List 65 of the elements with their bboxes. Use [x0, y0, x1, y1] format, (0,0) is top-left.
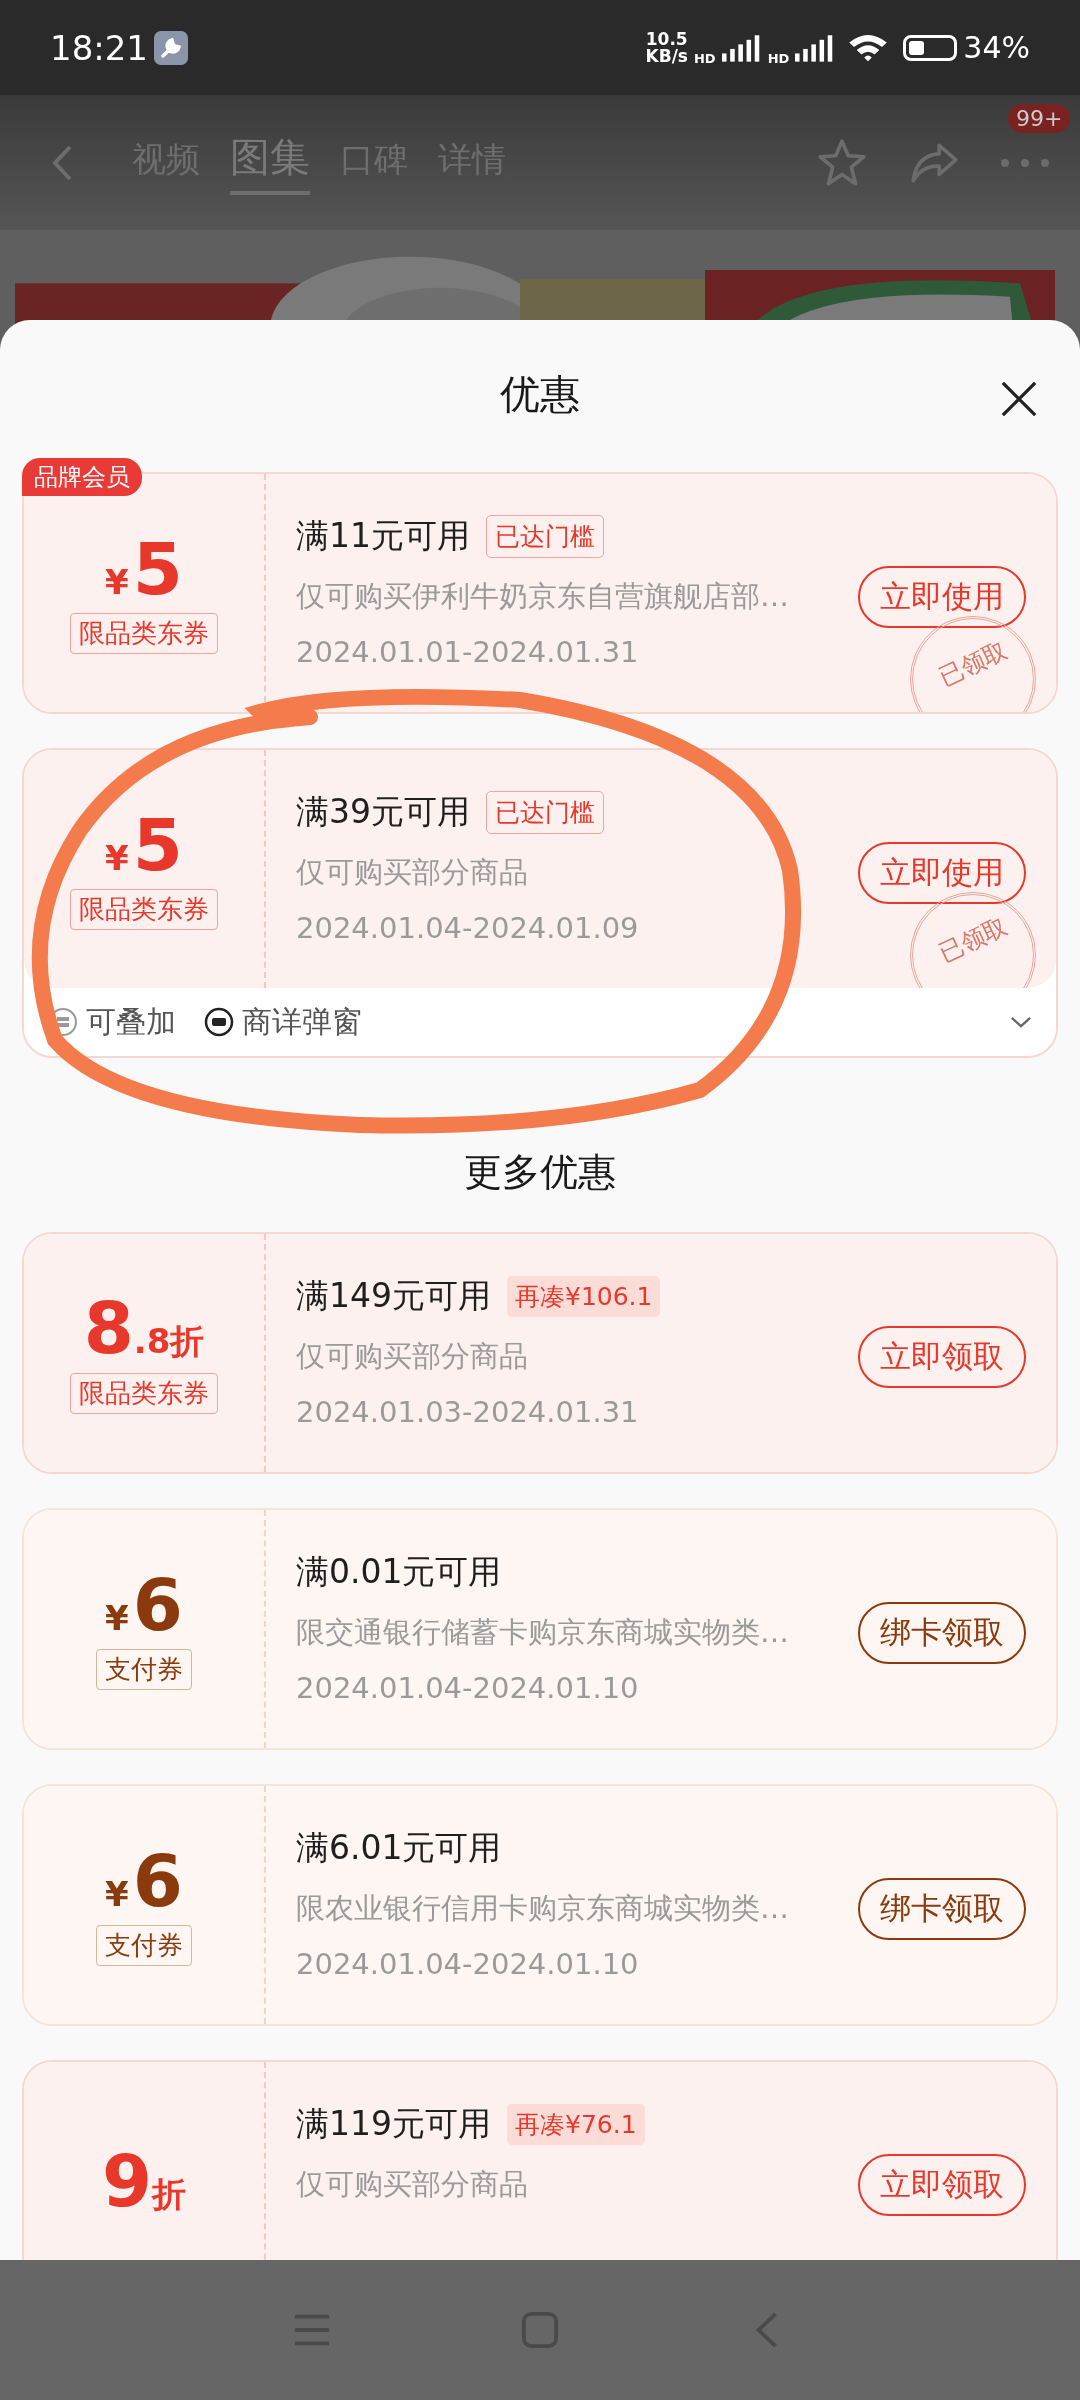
close-icon[interactable]: [1000, 380, 1038, 418]
discount-suffix: .8折: [133, 1320, 205, 1363]
threshold-tag: 已达门槛: [486, 515, 604, 558]
currency-sign: ¥: [105, 837, 129, 878]
coupon-type-tag: 限品类东券: [70, 1373, 218, 1414]
feature-label: 商详弹窗: [242, 1002, 362, 1041]
threshold-tag: 再凑¥106.1: [507, 1276, 661, 1317]
coupon-type-tag: 支付券: [96, 1648, 192, 1690]
section-heading: 更多优惠: [463, 1149, 617, 1196]
coupon-type-tag: 限品类东券: [70, 612, 218, 654]
battery-percent: 34%: [963, 30, 1030, 65]
home-square-icon[interactable]: [521, 2311, 559, 2349]
coupon-amount: 6: [132, 1844, 183, 1917]
coupon-amount: 5: [132, 808, 183, 881]
validity-date: 2024.01.04-2024.01.10: [296, 1947, 640, 1981]
coupon-title: 满0.01元可用: [296, 1551, 502, 1593]
notification-badge: 99+: [1008, 103, 1071, 133]
sheet-title: 优惠: [500, 369, 580, 419]
coupon-title: 满39元可用: [296, 791, 470, 833]
currency-sign: ¥: [105, 1873, 129, 1914]
coupon-button[interactable]: 立即领取: [858, 1326, 1026, 1388]
star-icon[interactable]: [816, 136, 868, 189]
feature-label: 可叠加: [86, 1002, 176, 1041]
coupon-title: 满11元可用: [296, 515, 470, 557]
member-badge: 品牌会员: [22, 458, 142, 496]
threshold-tag: 已达门槛: [486, 791, 604, 834]
coupon-description: 仅可购买伊利牛奶京东自营旗舰店部…: [296, 578, 790, 615]
coupon-type-tag: 支付券: [96, 1924, 192, 1966]
ticket-icon: [204, 1007, 234, 1037]
coupon-description: 仅可购买部分商品: [296, 2166, 529, 2203]
coupon-amount: 5: [132, 532, 183, 605]
coupon-description: 仅可购买部分商品: [296, 1338, 529, 1375]
hd-label: HD: [693, 51, 716, 66]
threshold-tag: 再凑¥76.1: [507, 2104, 645, 2145]
coupon-button[interactable]: 立即使用: [858, 566, 1026, 628]
coupon-amount: 8: [83, 1292, 134, 1364]
coupon-title: 满119元可用: [296, 2103, 491, 2145]
wifi-icon: [847, 32, 890, 63]
coupon-type-tag: 限品类东券: [70, 888, 218, 930]
chevron-down-icon[interactable]: [1010, 1015, 1032, 1029]
coupon-amount: 6: [132, 1568, 183, 1641]
validity-date: 2024.01.04-2024.01.10: [296, 1671, 640, 1705]
coupon-button[interactable]: 立即使用: [858, 842, 1026, 904]
network-speed: 10.5: [645, 30, 688, 48]
coupon-button[interactable]: 绑卡领取: [858, 1602, 1026, 1664]
coupon-title: 满149元可用: [296, 1275, 491, 1317]
coupon-description: 仅可购买部分商品: [296, 854, 529, 891]
validity-date: 2024.01.03-2024.01.31: [296, 1395, 640, 1429]
currency-sign: ¥: [105, 561, 129, 602]
clock-time: 18:21: [50, 27, 148, 68]
validity-date: 2024.01.04-2024.01.09: [296, 911, 640, 945]
coupon-description: 限交通银行储蓄卡购京东商城实物类…: [296, 1614, 790, 1651]
wrench-icon: [154, 30, 188, 65]
coupon-button[interactable]: 立即领取: [858, 2154, 1026, 2216]
currency-sign: ¥: [105, 1597, 129, 1638]
hd-label: HD: [767, 51, 790, 66]
network-unit: KB/s: [645, 47, 688, 65]
battery-icon: [903, 34, 958, 61]
validity-date: 2024.01.01-2024.01.31: [296, 635, 640, 669]
coupon-description: 限农业银行信用卡购京东商城实物类…: [296, 1890, 790, 1927]
coupon-title: 满6.01元可用: [296, 1827, 502, 1869]
signal-icon: [721, 33, 762, 62]
coupon-button[interactable]: 绑卡领取: [858, 1878, 1026, 1940]
discount-suffix: 折: [152, 2172, 187, 2216]
more-icon[interactable]: [1000, 157, 1050, 168]
